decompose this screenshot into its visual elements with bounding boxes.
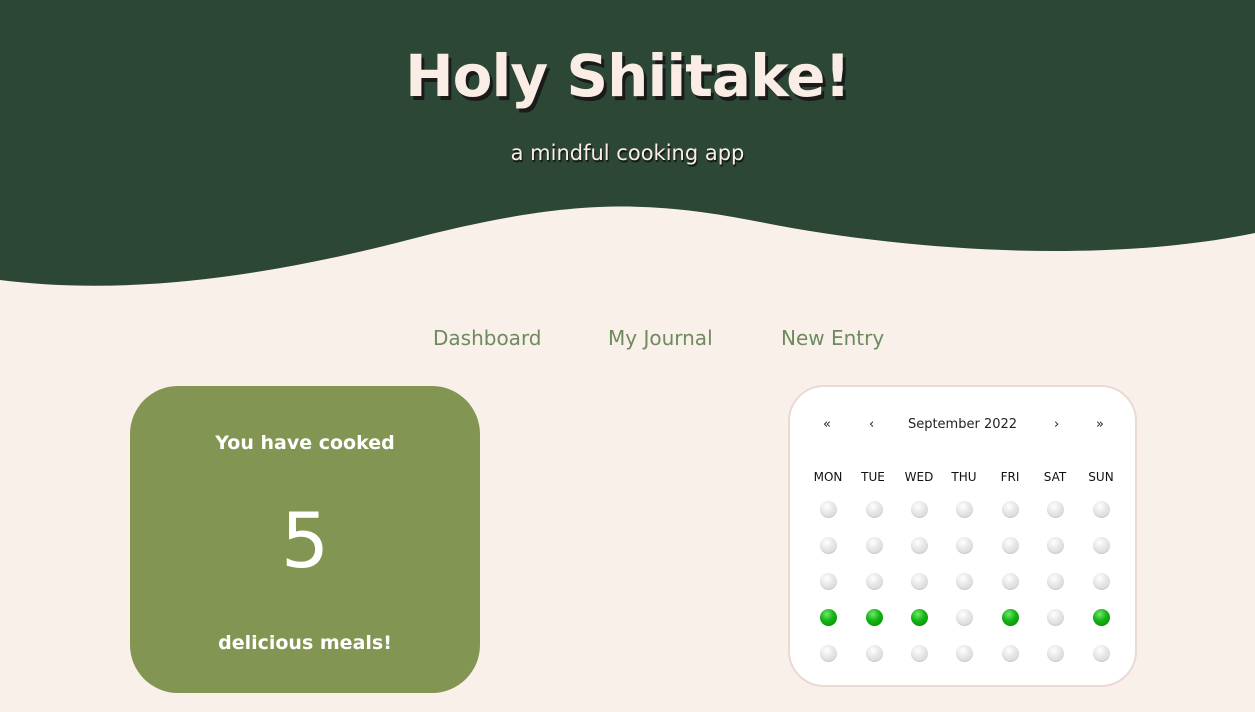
- app-title: Holy Shiitake!: [405, 42, 851, 110]
- calendar-day[interactable]: [955, 500, 973, 518]
- calendar-day[interactable]: [1001, 644, 1019, 662]
- calendar-day[interactable]: [819, 500, 837, 518]
- calendar-day[interactable]: [1001, 536, 1019, 554]
- calendar-day[interactable]: [910, 500, 928, 518]
- calendar-day[interactable]: [1092, 536, 1110, 554]
- weekday-mon: MON: [813, 470, 843, 484]
- calendar-day[interactable]: [1046, 644, 1064, 662]
- next-month-button[interactable]: ›: [1054, 417, 1059, 432]
- calendar-day[interactable]: [1092, 500, 1110, 518]
- calendar-day[interactable]: [910, 644, 928, 662]
- calendar-day[interactable]: [865, 572, 883, 590]
- meals-cooked-card: You have cooked 5 delicious meals!: [130, 386, 480, 693]
- nav-dashboard[interactable]: Dashboard: [433, 326, 542, 350]
- meals-cooked-label: You have cooked: [215, 432, 395, 454]
- calendar-day[interactable]: [910, 536, 928, 554]
- next-year-button[interactable]: »: [1096, 417, 1104, 432]
- app-page: Holy Shiitake! a mindful cooking app Das…: [0, 0, 1255, 712]
- meals-cooked-suffix: delicious meals!: [218, 632, 392, 654]
- weekday-sun: SUN: [1088, 470, 1114, 484]
- calendar-day-cooked[interactable]: [910, 608, 928, 626]
- calendar-day[interactable]: [910, 572, 928, 590]
- nav-new-entry[interactable]: New Entry: [781, 326, 884, 350]
- meals-cooked-count: 5: [280, 496, 330, 585]
- calendar-day[interactable]: [1046, 608, 1064, 626]
- calendar-day[interactable]: [1046, 572, 1064, 590]
- calendar-day-cooked[interactable]: [819, 608, 837, 626]
- calendar-day[interactable]: [865, 500, 883, 518]
- cooking-calendar: « ‹ September 2022 › » MON TUE WED THU F…: [788, 385, 1137, 687]
- calendar-day[interactable]: [819, 536, 837, 554]
- calendar-day[interactable]: [1092, 572, 1110, 590]
- calendar-month-label[interactable]: September 2022: [790, 417, 1135, 432]
- calendar-day[interactable]: [1001, 572, 1019, 590]
- weekday-sat: SAT: [1043, 470, 1067, 484]
- calendar-day[interactable]: [1046, 536, 1064, 554]
- calendar-day[interactable]: [1092, 644, 1110, 662]
- calendar-day[interactable]: [955, 536, 973, 554]
- calendar-day[interactable]: [819, 644, 837, 662]
- app-subtitle: a mindful cooking app: [510, 141, 745, 165]
- calendar-day-cooked[interactable]: [865, 608, 883, 626]
- calendar-day[interactable]: [955, 572, 973, 590]
- weekday-thu: THU: [951, 470, 977, 484]
- calendar-day[interactable]: [865, 536, 883, 554]
- calendar-day-cooked[interactable]: [1092, 608, 1110, 626]
- calendar-day[interactable]: [955, 608, 973, 626]
- calendar-day[interactable]: [865, 644, 883, 662]
- nav-my-journal[interactable]: My Journal: [608, 326, 713, 350]
- main-nav: Dashboard My Journal New Entry: [0, 326, 1255, 354]
- weekday-fri: FRI: [1000, 470, 1020, 484]
- calendar-day[interactable]: [819, 572, 837, 590]
- calendar-day[interactable]: [1001, 500, 1019, 518]
- calendar-day[interactable]: [1046, 500, 1064, 518]
- weekday-tue: TUE: [861, 470, 885, 484]
- calendar-day[interactable]: [955, 644, 973, 662]
- calendar-day-cooked[interactable]: [1001, 608, 1019, 626]
- weekday-wed: WED: [904, 470, 934, 484]
